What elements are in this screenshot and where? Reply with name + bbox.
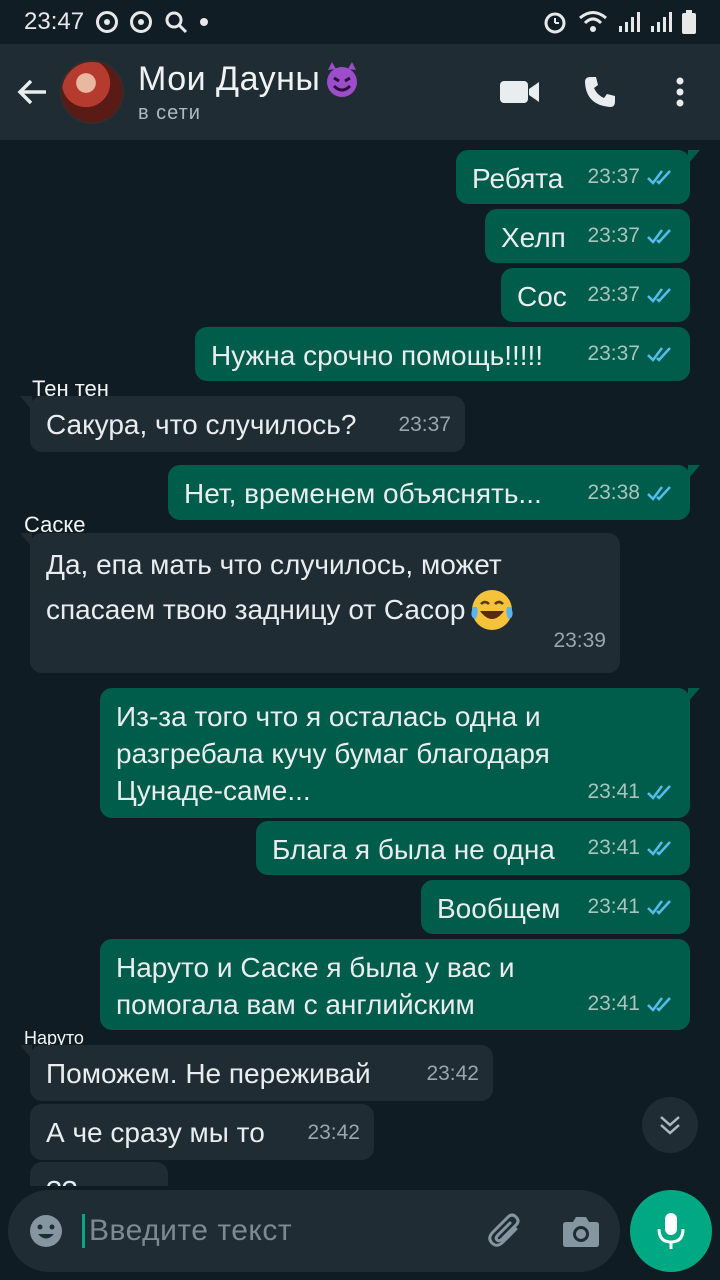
- message-time: 23:41: [587, 992, 640, 1015]
- message-text: Ребята: [472, 163, 564, 194]
- more-options-button[interactable]: [640, 44, 720, 140]
- message-text: ??: [46, 1175, 77, 1186]
- message-text-line: Да, епа мать что случилось, может: [46, 549, 502, 580]
- message-outgoing[interactable]: Из-за того что я осталась одна и разгреб…: [100, 688, 700, 818]
- message-text: Поможем. Не переживай: [46, 1058, 371, 1089]
- notification-dot-icon: [200, 18, 209, 26]
- read-ticks-icon: [647, 229, 671, 244]
- message-time: 23:42: [307, 1121, 360, 1144]
- back-arrow-icon: [17, 79, 46, 105]
- message-incoming[interactable]: Поможем. Не переживай 23:42: [20, 1045, 493, 1101]
- status-time: 23:47: [24, 8, 85, 35]
- status-bar: 23:47: [0, 0, 720, 44]
- message-outgoing[interactable]: Блага я была не одна 23:41: [256, 821, 690, 875]
- message-text: Сос: [517, 281, 567, 312]
- message-outgoing[interactable]: Сос 23:37: [501, 268, 690, 322]
- camera-icon[interactable]: [562, 1214, 600, 1248]
- message-text: Блага я была не одна: [272, 834, 555, 865]
- message-text-line: Наруто и Саске я была у вас и: [116, 952, 515, 983]
- group-avatar[interactable]: [60, 60, 124, 124]
- message-time: 23:37: [587, 342, 640, 365]
- phone-icon: [585, 77, 615, 107]
- message-outgoing[interactable]: Нужна срочно помощь!!!!! 23:37: [195, 327, 690, 381]
- voice-call-button[interactable]: [560, 44, 640, 140]
- read-ticks-icon: [647, 486, 671, 501]
- message-text: Хелп: [501, 222, 566, 253]
- back-button[interactable]: [4, 44, 60, 140]
- message-time: 23:41: [587, 836, 640, 859]
- message-time: 23:37: [587, 165, 640, 188]
- chat-title-block[interactable]: Мои Дауны в сети: [138, 60, 362, 125]
- video-call-button[interactable]: [480, 44, 560, 140]
- message-text: Нужна срочно помощь!!!!!: [211, 340, 544, 371]
- message-text-line: спасаем твою задницу от Сасор: [46, 594, 466, 625]
- chat-header: Мои Дауны в сети: [0, 44, 720, 140]
- alarm-icon: [544, 12, 566, 34]
- message-text: Нет, временем объяснять...: [184, 478, 542, 509]
- smiling-devil-emoji: [327, 61, 358, 97]
- message-incoming[interactable]: ??: [30, 1162, 168, 1186]
- message-time: 23:42: [426, 1062, 479, 1085]
- message-list[interactable]: Ребята 23:37 Хелп 23:37 Сос 23:37 Нужна …: [0, 140, 720, 1186]
- message-text: Сакура, что случилось?: [46, 409, 357, 440]
- mic-icon: [657, 1213, 685, 1249]
- chat-status: в сети: [138, 101, 201, 124]
- mic-button[interactable]: [630, 1190, 712, 1272]
- battery-icon: [682, 10, 696, 34]
- chat-title: Мои Дауны: [138, 60, 321, 98]
- emoji-icon[interactable]: [28, 1213, 64, 1249]
- double-chevron-down-icon: [660, 1116, 680, 1135]
- message-text: А че сразу мы то: [46, 1117, 265, 1148]
- signal-icon-2: [651, 12, 672, 32]
- read-ticks-icon: [647, 170, 671, 185]
- read-ticks-icon: [647, 996, 671, 1012]
- chrome-icon: [96, 11, 119, 33]
- message-time: 23:38: [587, 481, 640, 504]
- message-outgoing[interactable]: Нет, временем объяснять... 23:38: [168, 465, 700, 520]
- message-time: 23:37: [587, 224, 640, 247]
- read-ticks-icon: [647, 347, 671, 362]
- chrome-icon-2: [130, 11, 153, 33]
- message-outgoing[interactable]: Ребята 23:37: [456, 150, 700, 204]
- message-input-bar: Введите текст: [8, 1190, 620, 1272]
- message-input[interactable]: Введите текст: [82, 1214, 292, 1248]
- signal-icon: [619, 12, 640, 32]
- message-text: Вообщем: [437, 893, 561, 924]
- search-icon: [165, 11, 188, 34]
- wifi-icon: [579, 11, 607, 32]
- video-call-icon: [500, 81, 539, 103]
- message-time: 23:37: [587, 283, 640, 306]
- message-incoming[interactable]: Да, епа мать что случилось, может спасае…: [20, 533, 620, 673]
- message-time: 23:39: [553, 629, 606, 652]
- message-outgoing[interactable]: Вообщем 23:41: [421, 880, 690, 934]
- read-ticks-icon: [647, 288, 671, 303]
- message-text-line: Из-за того что я осталась одна и: [116, 701, 541, 732]
- message-incoming[interactable]: Сакура, что случилось? 23:37: [20, 396, 465, 452]
- read-ticks-icon: [647, 841, 671, 856]
- message-incoming[interactable]: А че сразу мы то 23:42: [30, 1104, 374, 1160]
- message-outgoing[interactable]: Наруто и Саске я была у вас и помогала в…: [100, 939, 690, 1030]
- more-vertical-icon: [676, 77, 684, 107]
- scroll-to-bottom-button[interactable]: [642, 1097, 698, 1153]
- message-text-line: разгребала кучу бумаг благодаря: [116, 738, 550, 769]
- read-ticks-icon: [647, 900, 671, 915]
- read-ticks-icon: [647, 784, 671, 800]
- message-time: 23:41: [587, 895, 640, 918]
- message-outgoing[interactable]: Хелп 23:37: [485, 209, 690, 263]
- message-time: 23:41: [587, 780, 640, 803]
- message-time: 23:37: [398, 413, 451, 436]
- tears-of-joy-emoji: [471, 590, 514, 630]
- attach-icon[interactable]: [486, 1211, 526, 1251]
